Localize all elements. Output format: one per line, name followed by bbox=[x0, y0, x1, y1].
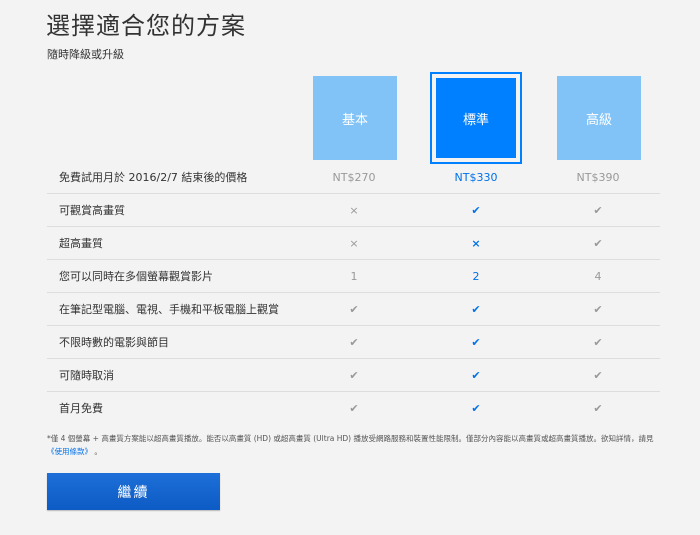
feature-row: 可隨時取消 ✔ ✔ ✔ bbox=[47, 359, 660, 392]
feature-label: 可隨時取消 bbox=[59, 369, 114, 382]
feature-label: 您可以同時在多個螢幕觀賞影片 bbox=[59, 270, 213, 283]
feature-row: 在筆記型電腦、電視、手機和平板電腦上觀賞 ✔ ✔ ✔ bbox=[47, 293, 660, 326]
footnote-end: 。 bbox=[94, 447, 102, 456]
price-premium: NT$390 bbox=[576, 171, 620, 184]
check-icon: ✔ bbox=[593, 303, 603, 316]
page-title: 選擇適合您的方案 bbox=[46, 12, 246, 40]
check-icon: ✔ bbox=[593, 369, 603, 382]
check-icon: ✔ bbox=[349, 369, 359, 382]
feature-label: 可觀賞高畫質 bbox=[59, 204, 125, 217]
feature-label: 首月免費 bbox=[59, 402, 103, 415]
price-row: 免費試用月於 2016/2/7 結束後的價格 NT$270 NT$330 NT$… bbox=[47, 161, 660, 194]
continue-button[interactable]: 繼續 bbox=[47, 473, 220, 510]
feature-label: 在筆記型電腦、電視、手機和平板電腦上觀賞 bbox=[59, 303, 279, 316]
check-icon: ✔ bbox=[593, 402, 603, 415]
footnote: *僅 4 個螢幕 + 高畫質方案能以超高畫質播放。能否以高畫質 (HD) 或超高… bbox=[47, 432, 662, 458]
check-icon: ✔ bbox=[471, 369, 481, 382]
price-standard: NT$330 bbox=[454, 171, 498, 184]
check-icon: ✔ bbox=[593, 336, 603, 349]
plan-basic-button[interactable]: 基本 bbox=[313, 76, 397, 160]
check-icon: ✔ bbox=[349, 303, 359, 316]
screen-count-basic: 1 bbox=[350, 270, 358, 283]
check-icon: ✔ bbox=[471, 303, 481, 316]
check-icon: ✔ bbox=[471, 402, 481, 415]
plan-comparison-table: 免費試用月於 2016/2/7 結束後的價格 NT$270 NT$330 NT$… bbox=[47, 161, 660, 424]
check-icon: ✔ bbox=[349, 402, 359, 415]
check-icon: ✔ bbox=[349, 336, 359, 349]
cross-icon: × bbox=[471, 237, 481, 250]
feature-row: 不限時數的電影與節目 ✔ ✔ ✔ bbox=[47, 326, 660, 359]
page-subtitle: 隨時降級或升級 bbox=[47, 48, 124, 61]
price-row-label: 免費試用月於 2016/2/7 結束後的價格 bbox=[59, 171, 248, 184]
feature-label: 不限時數的電影與節目 bbox=[59, 336, 169, 349]
feature-label: 超高畫質 bbox=[59, 237, 103, 250]
feature-row: 可觀賞高畫質 × ✔ ✔ bbox=[47, 194, 660, 227]
feature-row: 超高畫質 × × ✔ bbox=[47, 227, 660, 260]
cross-icon: × bbox=[349, 237, 359, 250]
check-icon: ✔ bbox=[471, 336, 481, 349]
plan-selector: 基本 標準 高級 bbox=[0, 72, 700, 164]
feature-row: 您可以同時在多個螢幕觀賞影片 1 2 4 bbox=[47, 260, 660, 293]
footnote-text: *僅 4 個螢幕 + 高畫質方案能以超高畫質播放。能否以高畫質 (HD) 或超高… bbox=[47, 434, 654, 443]
terms-of-use-link[interactable]: 《使用條款》 bbox=[47, 447, 92, 456]
check-icon: ✔ bbox=[471, 204, 481, 217]
screen-count-premium: 4 bbox=[594, 270, 602, 283]
feature-row: 首月免費 ✔ ✔ ✔ bbox=[47, 392, 660, 424]
plan-standard-button[interactable]: 標準 bbox=[430, 72, 522, 164]
price-basic: NT$270 bbox=[332, 171, 376, 184]
plan-premium-button[interactable]: 高級 bbox=[557, 76, 641, 160]
screen-count-standard: 2 bbox=[472, 270, 480, 283]
cross-icon: × bbox=[349, 204, 359, 217]
check-icon: ✔ bbox=[593, 237, 603, 250]
check-icon: ✔ bbox=[593, 204, 603, 217]
